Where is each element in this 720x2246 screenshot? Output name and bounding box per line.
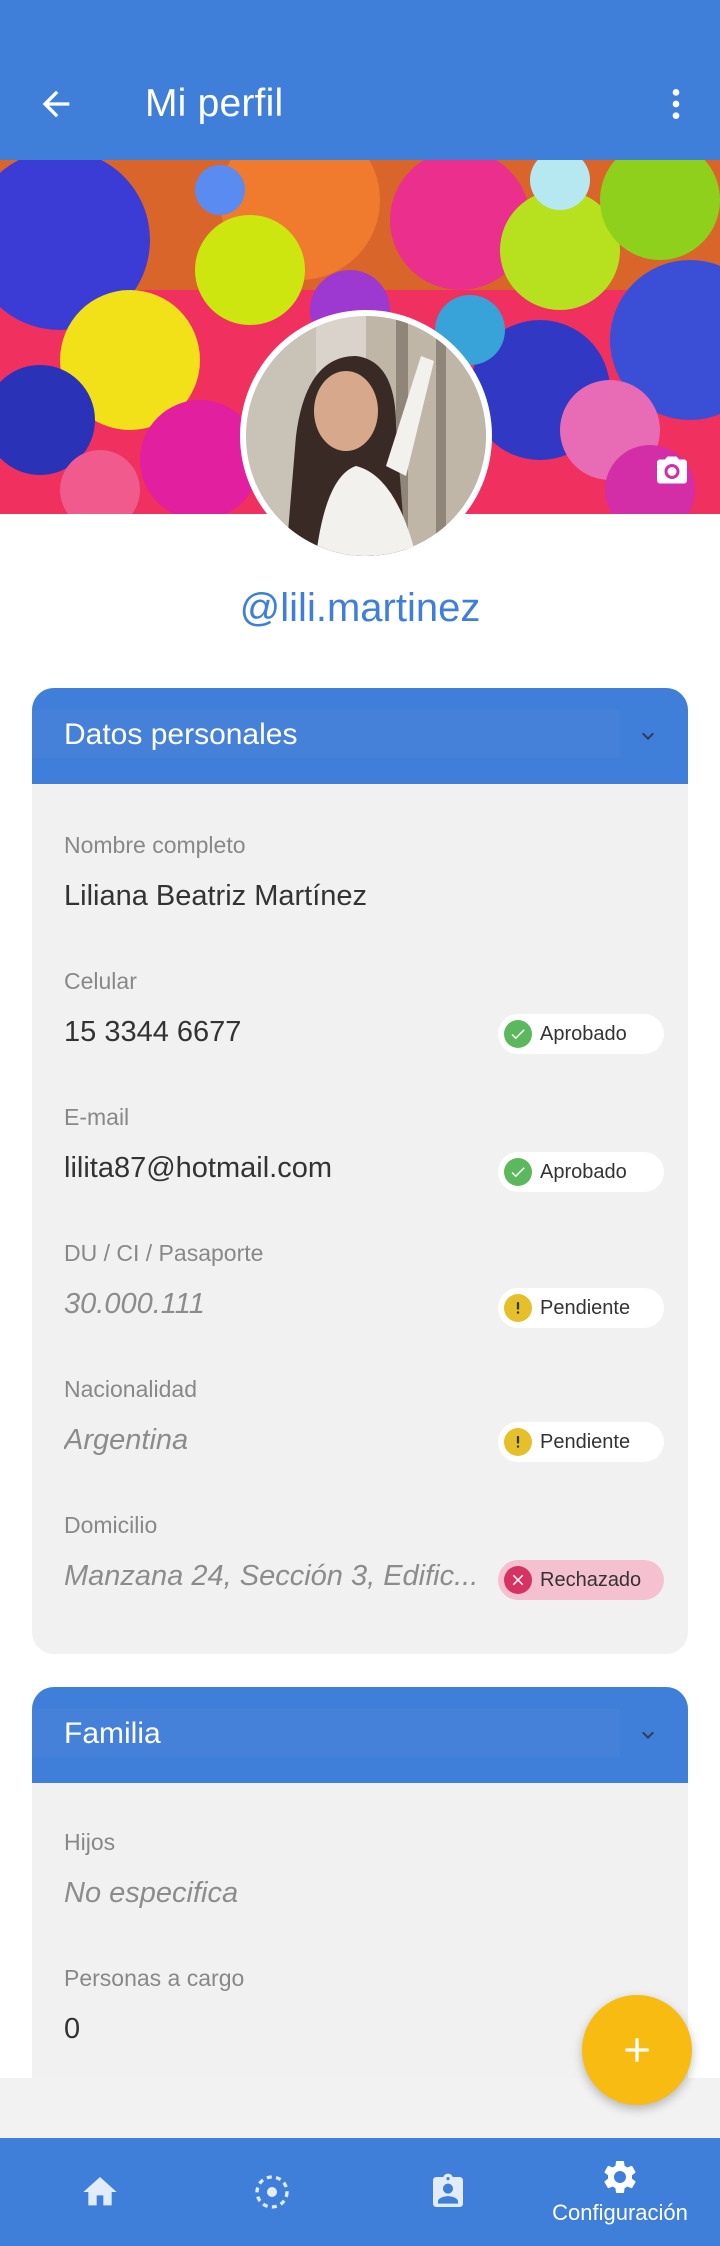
dashed-circle-icon — [255, 2175, 289, 2209]
page-title: Mi perfil — [145, 82, 284, 125]
check-icon — [504, 1020, 532, 1048]
family-header[interactable]: Familia — [32, 1687, 688, 1783]
field-label: DU / CI / Pasaporte — [64, 1240, 264, 1266]
section-title: Datos personales — [64, 718, 298, 751]
chevron-down-icon[interactable] — [636, 724, 660, 748]
bottom-navigation: Configuración — [0, 2138, 720, 2246]
personal-data-header[interactable]: Datos personales — [32, 688, 688, 784]
arrow-left-icon — [42, 90, 70, 118]
status-badge-pending: Pendiente — [498, 1288, 664, 1328]
exclamation-icon — [504, 1294, 532, 1322]
field-value: lilita87@hotmail.com — [64, 1152, 332, 1184]
status-badge-approved: Aprobado — [498, 1014, 664, 1054]
plus-icon — [625, 2038, 649, 2062]
nav-discover[interactable] — [202, 2138, 342, 2246]
more-options-button[interactable] — [648, 76, 704, 132]
status-text: Aprobado — [540, 1160, 627, 1183]
field-label: Domicilio — [64, 1512, 158, 1538]
close-icon — [504, 1566, 532, 1594]
nav-home[interactable] — [30, 2138, 170, 2246]
field-address: Domicilio Manzana 24, Sección 3, Edific.… — [64, 1510, 664, 1600]
field-value: Liliana Beatriz Martínez — [64, 880, 368, 912]
status-badge-rejected: Rechazado — [498, 1560, 664, 1600]
field-value: Argentina — [64, 1424, 189, 1456]
camera-icon[interactable] — [652, 452, 692, 488]
status-text: Pendiente — [540, 1296, 631, 1319]
field-value: 0 — [64, 2013, 81, 2045]
field-value: Manzana 24, Sección 3, Edific... — [64, 1560, 479, 1592]
more-vert-icon — [672, 89, 680, 119]
gear-icon — [604, 2161, 636, 2193]
status-text: Pendiente — [540, 1430, 631, 1453]
field-value: 15 3344 6677 — [64, 1016, 242, 1048]
field-label: Nombre completo — [64, 832, 246, 858]
field-children: Hijos No especifica — [64, 1827, 664, 1913]
field-dependents: Personas a cargo 0 — [64, 1963, 664, 2049]
status-text: Aprobado — [540, 1022, 627, 1045]
nav-settings[interactable]: Configuración — [550, 2138, 690, 2246]
field-label: Celular — [64, 968, 137, 994]
field-phone: Celular 15 3344 6677 Aprobado — [64, 966, 664, 1054]
home-icon — [83, 2177, 117, 2206]
avatar-photo — [246, 316, 486, 556]
nav-contacts[interactable] — [378, 2138, 518, 2246]
status-badge-pending: Pendiente — [498, 1422, 664, 1462]
profile-avatar[interactable] — [240, 310, 492, 562]
section-title: Familia — [64, 1717, 161, 1750]
profile-username: @lili.martinez — [239, 586, 481, 630]
app-bar: Mi perfil — [0, 0, 720, 160]
field-full-name: Nombre completo Liliana Beatriz Martínez — [64, 830, 664, 916]
check-icon — [504, 1158, 532, 1186]
field-nationality: Nacionalidad Argentina Pendiente — [64, 1374, 664, 1462]
status-text: Rechazado — [540, 1568, 642, 1591]
exclamation-icon — [504, 1428, 532, 1456]
nav-settings-label: Configuración — [552, 2200, 688, 2225]
field-label: E-mail — [64, 1104, 130, 1130]
field-email: E-mail lilita87@hotmail.com Aprobado — [64, 1102, 664, 1192]
personal-data-card: Datos personales Nombre completo Liliana… — [32, 688, 688, 1654]
field-label: Personas a cargo — [64, 1965, 245, 1991]
contact-card-icon — [433, 2173, 463, 2207]
add-fab-button[interactable] — [582, 1995, 692, 2105]
status-badge-approved: Aprobado — [498, 1152, 664, 1192]
chevron-down-icon[interactable] — [636, 1723, 660, 1747]
field-value: No especifica — [64, 1877, 239, 1909]
field-label: Nacionalidad — [64, 1376, 197, 1402]
field-label: Hijos — [64, 1829, 116, 1855]
field-document: DU / CI / Pasaporte 30.000.111 Pendiente — [64, 1238, 664, 1328]
field-value: 30.000.111 — [64, 1288, 205, 1320]
back-button[interactable] — [28, 76, 84, 132]
